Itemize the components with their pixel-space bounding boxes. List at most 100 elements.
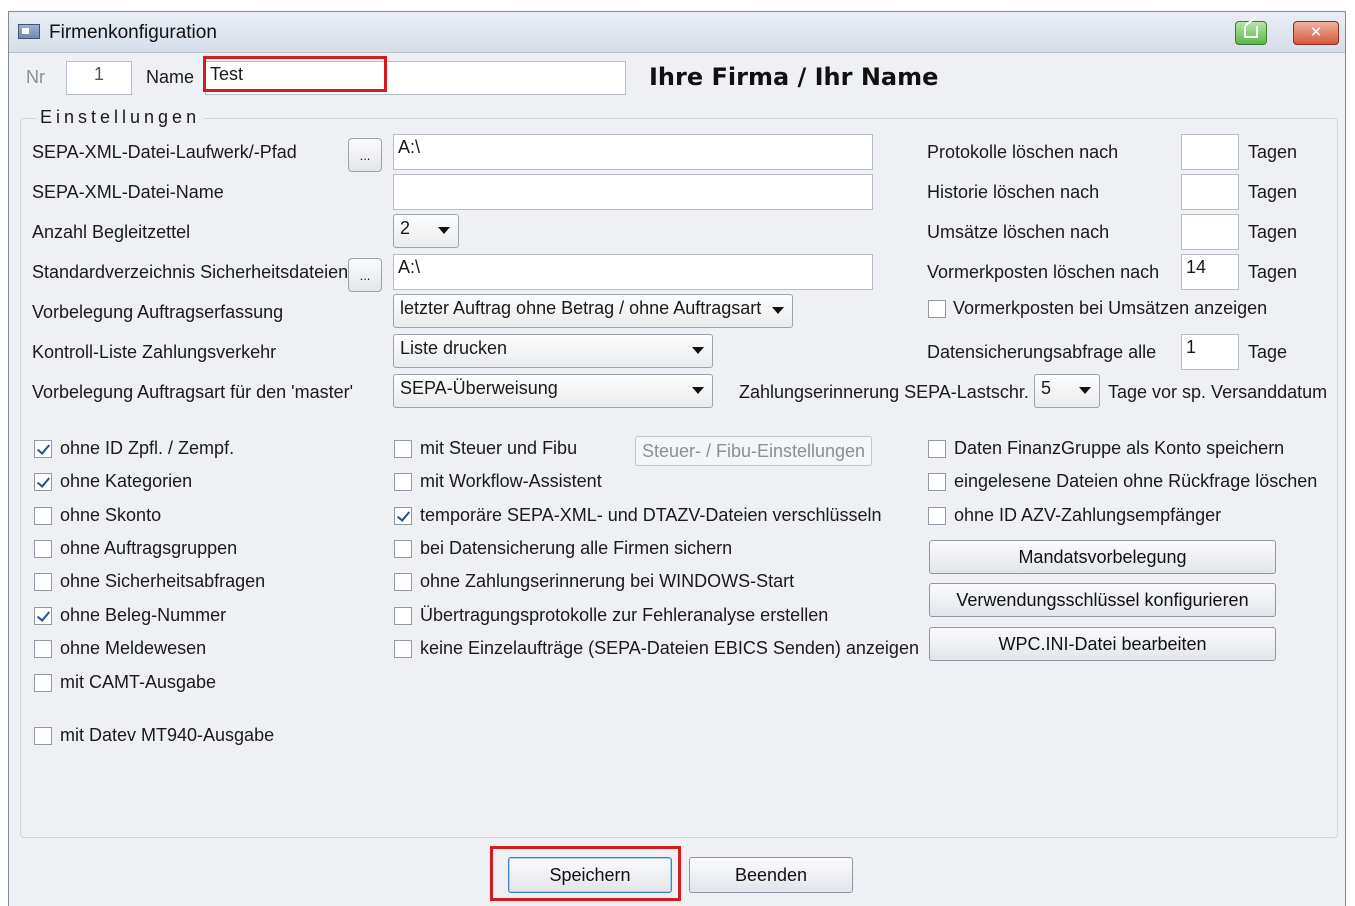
erinnerung-label: Zahlungserinnerung SEPA-Lastschr. — [739, 382, 1029, 402]
sepa-path-label: SEPA-XML-Datei-Laufwerk/-Pfad — [32, 142, 297, 162]
sepa-path-browse-button[interactable]: ... — [348, 138, 382, 172]
vormerk-umsatz-checkbox[interactable] — [928, 300, 946, 318]
cb-ohne-kategorien[interactable] — [34, 473, 52, 491]
cb-ohne-meldewesen[interactable] — [34, 640, 52, 658]
cb-mit-datev-label: mit Datev MT940-Ausgabe — [60, 725, 275, 745]
begleitzettel-select[interactable]: 2 — [393, 214, 459, 248]
datensicherung-field[interactable]: 1 — [1181, 334, 1239, 370]
master-select[interactable]: SEPA-Überweisung — [393, 374, 713, 408]
chevron-down-icon — [772, 307, 784, 314]
cb-steuer-fibu[interactable] — [394, 440, 412, 458]
cb-ohne-skonto[interactable] — [34, 507, 52, 525]
name-label: Name — [146, 67, 195, 87]
cb-alle-firmen[interactable] — [394, 540, 412, 558]
cb-ohne-sicherheitsabfragen-label: ohne Sicherheitsabfragen — [60, 571, 266, 591]
cb-finanzgruppe[interactable] — [928, 440, 946, 458]
verwendungsschluessel-button[interactable]: Verwendungsschlüssel konfigurieren — [929, 583, 1276, 617]
cb-mit-camt-label: mit CAMT-Ausgabe — [60, 672, 217, 692]
mandatsvorbelegung-button[interactable]: Mandatsvorbelegung — [929, 540, 1276, 574]
cb-ohne-beleg-nummer[interactable] — [34, 607, 52, 625]
sepa-name-label: SEPA-XML-Datei-Name — [32, 182, 224, 202]
cb-ohne-id[interactable] — [34, 440, 52, 458]
cb-keine-einzelauftraege-label: keine Einzelaufträge (SEPA-Dateien EBICS… — [420, 638, 919, 658]
datensicherung-label: Datensicherungsabfrage alle — [927, 342, 1157, 362]
nr-label: Nr — [26, 67, 45, 87]
umsaetze-unit: Tagen — [1248, 222, 1298, 242]
cb-ohne-meldewesen-label: ohne Meldewesen — [60, 638, 207, 658]
quit-button[interactable]: Beenden — [689, 857, 853, 893]
cb-ohne-skonto-label: ohne Skonto — [60, 505, 162, 525]
cb-ohne-id-label: ohne ID Zpfl. / Zempf. — [60, 438, 235, 458]
title-bar: Firmenkonfiguration ✕ — [9, 12, 1345, 53]
cb-ohne-zahlungserinnerung[interactable] — [394, 573, 412, 591]
begleitzettel-label: Anzahl Begleitzettel — [32, 222, 191, 242]
vorbelegung-value: letzter Auftrag ohne Betrag / ohne Auftr… — [400, 298, 762, 318]
vormerk-unit: Tagen — [1248, 262, 1298, 282]
vormerk-umsatz-label: Vormerkposten bei Umsätzen anzeigen — [953, 298, 1268, 318]
window-title: Firmenkonfiguration — [49, 22, 217, 43]
datensicherung-unit: Tage — [1248, 342, 1288, 362]
cb-verschluesseln[interactable] — [394, 507, 412, 525]
cb-ohne-sicherheitsabfragen[interactable] — [34, 573, 52, 591]
vorbelegung-select[interactable]: letzter Auftrag ohne Betrag / ohne Auftr… — [393, 294, 793, 328]
cb-uebertragungsprotokolle-label: Übertragungsprotokolle zur Fehleranalyse… — [420, 605, 829, 625]
master-value: SEPA-Überweisung — [400, 378, 558, 398]
sicherheit-label: Standardverzeichnis Sicherheitsdateien — [32, 262, 349, 282]
cb-ohne-zahlungserinnerung-label: ohne Zahlungserinnerung bei WINDOWS-Star… — [420, 571, 795, 591]
protokolle-field[interactable] — [1181, 134, 1239, 170]
save-highlight-box — [490, 846, 681, 901]
cb-workflow[interactable] — [394, 473, 412, 491]
cb-ohne-kategorien-label: ohne Kategorien — [60, 471, 193, 491]
cb-dateien-loeschen[interactable] — [928, 473, 946, 491]
vormerk-field[interactable]: 14 — [1181, 254, 1239, 290]
cb-keine-einzelauftraege[interactable] — [394, 640, 412, 658]
app-window-icon — [18, 24, 40, 39]
kontroll-select[interactable]: Liste drucken — [393, 334, 713, 368]
erinnerung-select[interactable]: 5 — [1034, 374, 1100, 408]
firm-caption: Ihre Firma / Ihr Name — [649, 63, 939, 91]
cb-ohne-auftragsgruppen[interactable] — [34, 540, 52, 558]
erinnerung-value: 5 — [1041, 378, 1052, 398]
chevron-down-icon — [438, 227, 450, 234]
name-highlight-box — [203, 56, 387, 92]
cb-finanzgruppe-label: Daten FinanzGruppe als Konto speichern — [954, 438, 1285, 458]
cb-ohne-auftragsgruppen-label: ohne Auftragsgruppen — [60, 538, 238, 558]
vormerk-label: Vormerkposten löschen nach — [927, 262, 1160, 282]
master-label: Vorbelegung Auftragsart für den 'master' — [32, 382, 354, 402]
kontroll-value: Liste drucken — [400, 338, 508, 358]
chevron-down-icon — [1079, 387, 1091, 394]
nr-field[interactable]: 1 — [66, 61, 132, 95]
cb-ohne-id-azv-label: ohne ID AZV-Zahlungsempfänger — [954, 505, 1222, 525]
minimize-icon[interactable] — [1235, 21, 1267, 45]
historie-label: Historie löschen nach — [927, 182, 1100, 202]
cb-alle-firmen-label: bei Datensicherung alle Firmen sichern — [420, 538, 733, 558]
protokolle-unit: Tagen — [1248, 142, 1298, 162]
vorbelegung-label: Vorbelegung Auftragserfassung — [32, 302, 284, 322]
protokolle-label: Protokolle löschen nach — [927, 142, 1119, 162]
settings-group-title: Einstellungen — [36, 107, 205, 128]
cb-mit-datev[interactable] — [34, 727, 52, 745]
steuer-fibu-settings-button[interactable]: Steuer- / Fibu-Einstellungen — [635, 436, 872, 466]
cb-uebertragungsprotokolle[interactable] — [394, 607, 412, 625]
chevron-down-icon — [692, 347, 704, 354]
sepa-name-field[interactable] — [393, 174, 873, 210]
cb-mit-camt[interactable] — [34, 674, 52, 692]
erinnerung-suffix: Tage vor sp. Versanddatum — [1108, 382, 1328, 402]
sicherheit-browse-button[interactable]: ... — [348, 258, 382, 292]
sicherheit-field[interactable]: A:\ — [393, 254, 873, 290]
cb-workflow-label: mit Workflow-Assistent — [420, 471, 602, 491]
close-icon[interactable]: ✕ — [1293, 21, 1339, 45]
umsaetze-field[interactable] — [1181, 214, 1239, 250]
cb-steuer-fibu-label: mit Steuer und Fibu — [420, 438, 578, 458]
cb-dateien-loeschen-label: eingelesene Dateien ohne Rückfrage lösch… — [954, 471, 1318, 491]
cb-ohne-id-azv[interactable] — [928, 507, 946, 525]
sepa-path-field[interactable]: A:\ — [393, 134, 873, 170]
cb-ohne-beleg-nummer-label: ohne Beleg-Nummer — [60, 605, 227, 625]
wpc-ini-button[interactable]: WPC.INI-Datei bearbeiten — [929, 627, 1276, 661]
historie-field[interactable] — [1181, 174, 1239, 210]
begleitzettel-value: 2 — [400, 218, 411, 238]
kontroll-label: Kontroll-Liste Zahlungsverkehr — [32, 342, 277, 362]
chevron-down-icon — [692, 387, 704, 394]
umsaetze-label: Umsätze löschen nach — [927, 222, 1110, 242]
cb-verschluesseln-label: temporäre SEPA-XML- und DTAZV-Dateien ve… — [420, 505, 882, 525]
